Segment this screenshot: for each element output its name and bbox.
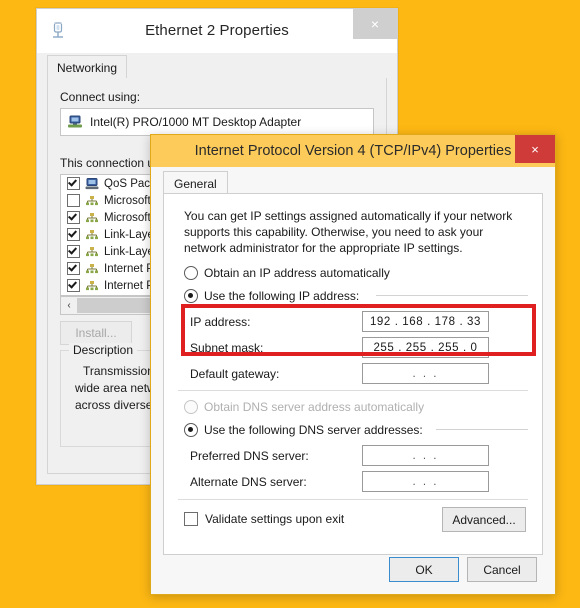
section-divider: [376, 295, 528, 296]
default-gateway-input[interactable]: . . .: [362, 363, 489, 384]
field-ip-address: IP address: 192 . 168 . 178 . 33: [190, 311, 489, 332]
checkbox-icon: [184, 512, 198, 526]
panel-divider: [178, 499, 528, 500]
back-window-titlebar[interactable]: Ethernet 2 Properties ×: [37, 9, 397, 53]
front-window-title: Internet Protocol Version 4 (TCP/IPv4) P…: [194, 143, 512, 159]
field-alternate-dns: Alternate DNS server: . . .: [190, 471, 489, 492]
front-window-tabstrip: General: [163, 171, 543, 195]
field-subnet-mask: Subnet mask: 255 . 255 . 255 . 0: [190, 337, 489, 358]
desktop-background: Ethernet 2 Properties × Networking Conne…: [0, 0, 580, 608]
field-ip-address-label: IP address:: [190, 314, 251, 329]
protocol-icon: [85, 280, 99, 291]
radio-icon: [184, 266, 198, 280]
front-window-body: General You can get IP settings assigned…: [151, 167, 555, 594]
protocol-icon: [85, 263, 99, 274]
radio-use-following-dns-label: Use the following DNS server addresses:: [204, 423, 423, 437]
field-preferred-dns: Preferred DNS server: . . .: [190, 445, 489, 466]
scroll-left-icon[interactable]: ‹: [61, 298, 77, 313]
list-item-label: QoS Pack: [104, 177, 156, 190]
radio-use-following-dns[interactable]: Use the following DNS server addresses:: [184, 423, 423, 437]
front-window-close-button[interactable]: ×: [515, 135, 555, 163]
radio-obtain-ip-auto-label: Obtain an IP address automatically: [204, 266, 390, 280]
install-button[interactable]: Install...: [60, 321, 132, 345]
connection-uses-label: This connection us: [60, 156, 161, 170]
back-window-close-button[interactable]: ×: [353, 9, 397, 39]
general-panel: You can get IP settings assigned automat…: [163, 193, 543, 555]
checkbox-icon[interactable]: [67, 194, 80, 207]
back-window-title: Ethernet 2 Properties: [145, 22, 289, 39]
field-alternate-dns-label: Alternate DNS server:: [190, 474, 307, 489]
close-icon: ×: [370, 16, 380, 32]
checkbox-icon[interactable]: [67, 262, 80, 275]
subnet-mask-input[interactable]: 255 . 255 . 255 . 0: [362, 337, 489, 358]
radio-obtain-dns-auto-label: Obtain DNS server address automatically: [204, 400, 425, 414]
tcpipv4-properties-window: Internet Protocol Version 4 (TCP/IPv4) P…: [150, 134, 556, 595]
preferred-dns-input[interactable]: . . .: [362, 445, 489, 466]
field-subnet-mask-label: Subnet mask:: [190, 340, 264, 355]
adapter-name: Intel(R) PRO/1000 MT Desktop Adapter: [90, 115, 302, 129]
alternate-dns-input[interactable]: . . .: [362, 471, 489, 492]
adapter-field: Intel(R) PRO/1000 MT Desktop Adapter: [60, 108, 374, 136]
field-preferred-dns-label: Preferred DNS server:: [190, 448, 309, 463]
intro-text: You can get IP settings assigned automat…: [184, 209, 513, 255]
checkbox-icon[interactable]: [67, 245, 80, 258]
protocol-icon: [85, 212, 99, 223]
checkbox-icon[interactable]: [67, 177, 80, 190]
ok-button[interactable]: OK: [389, 557, 459, 582]
radio-use-following-ip-label: Use the following IP address:: [204, 289, 360, 303]
list-item-label: Microsoft: [104, 194, 151, 207]
protocol-icon: [85, 195, 99, 206]
description-group-title: Description: [69, 343, 138, 357]
checkbox-icon[interactable]: [67, 279, 80, 292]
protocol-icon: [85, 246, 99, 257]
field-default-gateway-label: Default gateway:: [190, 366, 280, 381]
radio-icon: [184, 423, 198, 437]
connect-using-label: Connect using:: [60, 90, 141, 104]
radio-icon: [184, 289, 198, 303]
radio-icon: [184, 400, 198, 414]
checkbox-validate-settings-label: Validate settings upon exit: [205, 512, 345, 526]
ip-address-input[interactable]: 192 . 168 . 178 . 33: [362, 311, 489, 332]
radio-use-following-ip[interactable]: Use the following IP address:: [184, 289, 359, 303]
checkbox-icon[interactable]: [67, 211, 80, 224]
tab-general-label: General: [174, 176, 217, 191]
tab-networking-label: Networking: [57, 61, 118, 75]
radio-obtain-ip-auto[interactable]: Obtain an IP address automatically: [184, 266, 390, 280]
front-window-titlebar[interactable]: Internet Protocol Version 4 (TCP/IPv4) P…: [151, 135, 555, 167]
radio-obtain-dns-auto[interactable]: Obtain DNS server address automatically: [184, 400, 424, 414]
back-window-tabstrip: Networking: [47, 55, 387, 81]
protocol-icon: [85, 229, 99, 240]
close-icon: ×: [531, 141, 539, 157]
computer-icon: [67, 115, 83, 129]
checkbox-validate-settings[interactable]: Validate settings upon exit: [184, 512, 344, 526]
checkbox-icon[interactable]: [67, 228, 80, 241]
advanced-button[interactable]: Advanced...: [442, 507, 526, 532]
panel-divider: [178, 390, 528, 391]
list-item-label: Microsoft: [104, 211, 151, 224]
cancel-button[interactable]: Cancel: [467, 557, 537, 582]
field-default-gateway: Default gateway: . . .: [190, 363, 489, 384]
section-divider: [436, 429, 528, 430]
computer-icon: [85, 177, 99, 190]
tab-general[interactable]: General: [163, 171, 228, 195]
